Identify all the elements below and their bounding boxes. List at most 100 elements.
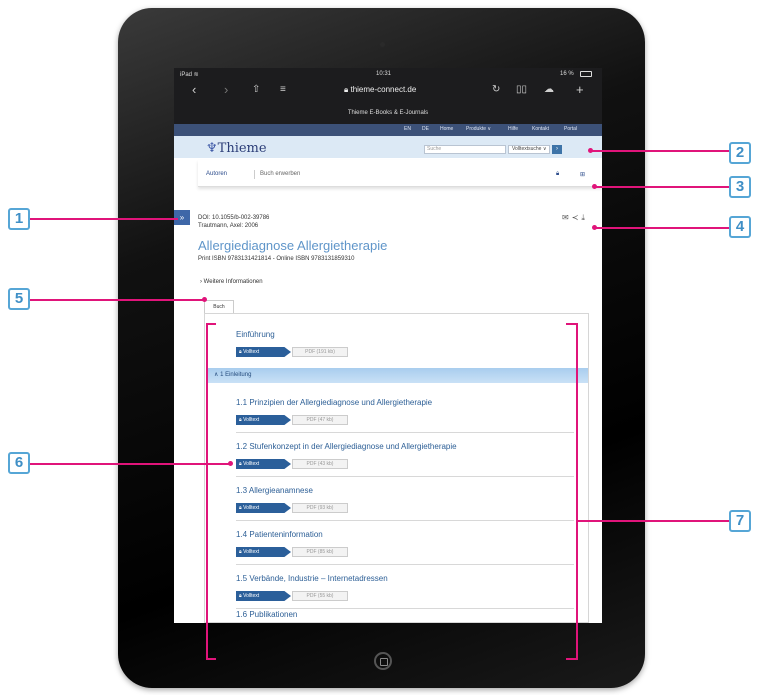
bookmarks-icon[interactable]: ▯▯ xyxy=(516,84,527,95)
callout-dot xyxy=(592,184,597,189)
library-icon[interactable]: ⊞ xyxy=(580,171,585,178)
cloud-icon[interactable]: ☁ xyxy=(544,84,554,95)
pdf-button[interactable]: PDF (55 kb) xyxy=(292,591,348,601)
toc-bracket-right xyxy=(576,323,578,660)
volltext-button[interactable]: 🔒︎ Volltext xyxy=(236,347,291,357)
volltext-button[interactable]: 🔒︎ Volltext xyxy=(236,459,291,469)
link-kontakt[interactable]: Kontakt xyxy=(532,126,549,132)
reload-icon[interactable]: ↻ xyxy=(492,84,500,95)
callout-line xyxy=(578,520,729,522)
search-go-button[interactable]: › xyxy=(552,145,562,154)
mail-icon[interactable]: ✉ xyxy=(562,213,572,222)
chapter-title[interactable]: 1.1 Prinzipien der Allergiediagnose und … xyxy=(236,398,432,407)
callout-dot xyxy=(228,461,233,466)
pdf-button[interactable]: PDF (85 kb) xyxy=(292,547,348,557)
chapter-title[interactable]: 1.2 Stufenkonzept in der Allergiediagnos… xyxy=(236,442,457,451)
callout-1: 1 xyxy=(8,208,30,230)
callout-line xyxy=(30,218,178,220)
browser-chrome: iPad ≋ 10:31 16 % ‹ › ⇧ ≡ 🔒︎ thieme-conn… xyxy=(174,68,602,124)
pdf-button[interactable]: PDF (191 kb) xyxy=(292,347,348,357)
camera xyxy=(380,42,385,47)
url-bar[interactable]: 🔒︎ thieme-connect.de xyxy=(344,85,416,95)
doi-text: DOI: 10.1055/b-002-39786 xyxy=(198,215,270,221)
callout-line xyxy=(596,227,729,229)
callout-2: 2 xyxy=(729,142,751,164)
toc-bracket-left xyxy=(206,658,216,660)
callout-line xyxy=(592,150,729,152)
divider xyxy=(254,170,255,179)
divider xyxy=(236,564,574,565)
download-icon[interactable]: ⤓ xyxy=(581,213,588,222)
chevron-down-icon: ∨ xyxy=(542,146,547,152)
pdf-button[interactable]: PDF (93 kb) xyxy=(292,503,348,513)
site-topbar: EN DE Home Produkte ∨ Hilfe Kontakt Port… xyxy=(174,124,602,136)
volltext-button[interactable]: 🔒︎ Volltext xyxy=(236,503,291,513)
chapter-title[interactable]: 1.5 Verbände, Industrie – Internetadress… xyxy=(236,574,388,583)
link-de[interactable]: DE xyxy=(422,126,429,132)
divider xyxy=(236,608,574,609)
callout-4: 4 xyxy=(729,216,751,238)
volltext-button[interactable]: 🔒︎ Volltext xyxy=(236,591,291,601)
callout-dot xyxy=(202,297,207,302)
volltext-button[interactable]: 🔒︎ Volltext xyxy=(236,415,291,425)
battery-icon xyxy=(580,71,592,77)
logo-mark-icon: ♆ xyxy=(206,141,218,156)
document-actions: ✉≺⤓ xyxy=(562,213,588,223)
divider xyxy=(236,432,574,433)
share-icon[interactable]: ⇧ xyxy=(252,84,260,95)
link-produkte[interactable]: Produkte ∨ xyxy=(466,126,491,132)
isbn-text: Print ISBN 9783131421814 - Online ISBN 9… xyxy=(198,256,355,262)
subnav: Autoren Buch erwerben 🔒︎ ⊞ xyxy=(198,160,602,187)
divider xyxy=(236,520,574,521)
chapter-title[interactable]: Einführung xyxy=(236,330,275,339)
tab-buch[interactable]: Buch xyxy=(204,300,234,313)
chevron-left-icon[interactable]: ‹ xyxy=(192,82,196,97)
link-en[interactable]: EN xyxy=(404,126,411,132)
search-input[interactable]: Suche xyxy=(424,145,506,154)
carrier: iPad ≋ xyxy=(180,72,199,78)
reader-icon[interactable]: ≡ xyxy=(280,84,286,95)
screen: iPad ≋ 10:31 16 % ‹ › ⇧ ≡ 🔒︎ thieme-conn… xyxy=(174,68,602,623)
cart-icon[interactable]: 🔒︎ xyxy=(556,171,559,178)
toc-bracket-left xyxy=(206,323,216,325)
callout-5: 5 xyxy=(8,288,30,310)
volltext-button[interactable]: 🔒︎ Volltext xyxy=(236,547,291,557)
callout-dot xyxy=(588,148,593,153)
clock: 10:31 xyxy=(376,71,392,77)
callout-6: 6 xyxy=(8,452,30,474)
callout-line xyxy=(596,186,729,188)
callout-dot xyxy=(592,225,597,230)
callout-7: 7 xyxy=(729,510,751,532)
url-text: thieme-connect.de xyxy=(350,85,417,94)
section-header[interactable]: ∧ 1 Einleitung xyxy=(206,368,588,383)
stage: iPad ≋ 10:31 16 % ‹ › ⇧ ≡ 🔒︎ thieme-conn… xyxy=(0,0,768,695)
share-icon[interactable]: ≺ xyxy=(572,213,582,222)
tab-autoren[interactable]: Autoren xyxy=(206,171,227,177)
link-hilfe[interactable]: Hilfe xyxy=(508,126,518,132)
link-home[interactable]: Home xyxy=(440,126,453,132)
chapter-title[interactable]: 1.6 Publikationen xyxy=(236,610,297,619)
battery-level: 16 % xyxy=(560,71,574,77)
new-tab-icon[interactable]: + xyxy=(576,82,584,97)
divider xyxy=(236,476,574,477)
author-text: Trautmann, Axel: 2006 xyxy=(198,223,259,229)
callout-3: 3 xyxy=(729,176,751,198)
search-mode-select[interactable]: Volltextsuche ∨ xyxy=(508,145,550,154)
tab-buch-erwerben[interactable]: Buch erwerben xyxy=(260,171,300,177)
callout-line xyxy=(30,463,230,465)
callout-line xyxy=(30,299,204,301)
chapter-title[interactable]: 1.3 Allergieanamnese xyxy=(236,486,313,495)
home-button[interactable] xyxy=(374,652,392,670)
tab-title[interactable]: Thieme E-Books & E-Journals xyxy=(174,110,602,116)
chapter-title[interactable]: 1.4 Patienteninformation xyxy=(236,530,323,539)
more-info-link[interactable]: › Weitere Informationen xyxy=(200,279,263,285)
book-title: Allergiediagnose Allergietherapie xyxy=(198,238,388,253)
toc-bracket-right xyxy=(566,658,576,660)
pdf-button[interactable]: PDF (43 kb) xyxy=(292,459,348,469)
toc-bracket-right xyxy=(566,323,576,325)
toc-bracket-left xyxy=(206,323,208,660)
thieme-logo[interactable]: ♆Thieme xyxy=(206,141,267,156)
pdf-button[interactable]: PDF (47 kb) xyxy=(292,415,348,425)
chevron-right-icon[interactable]: › xyxy=(224,82,228,97)
link-portal[interactable]: Portal xyxy=(564,126,577,132)
